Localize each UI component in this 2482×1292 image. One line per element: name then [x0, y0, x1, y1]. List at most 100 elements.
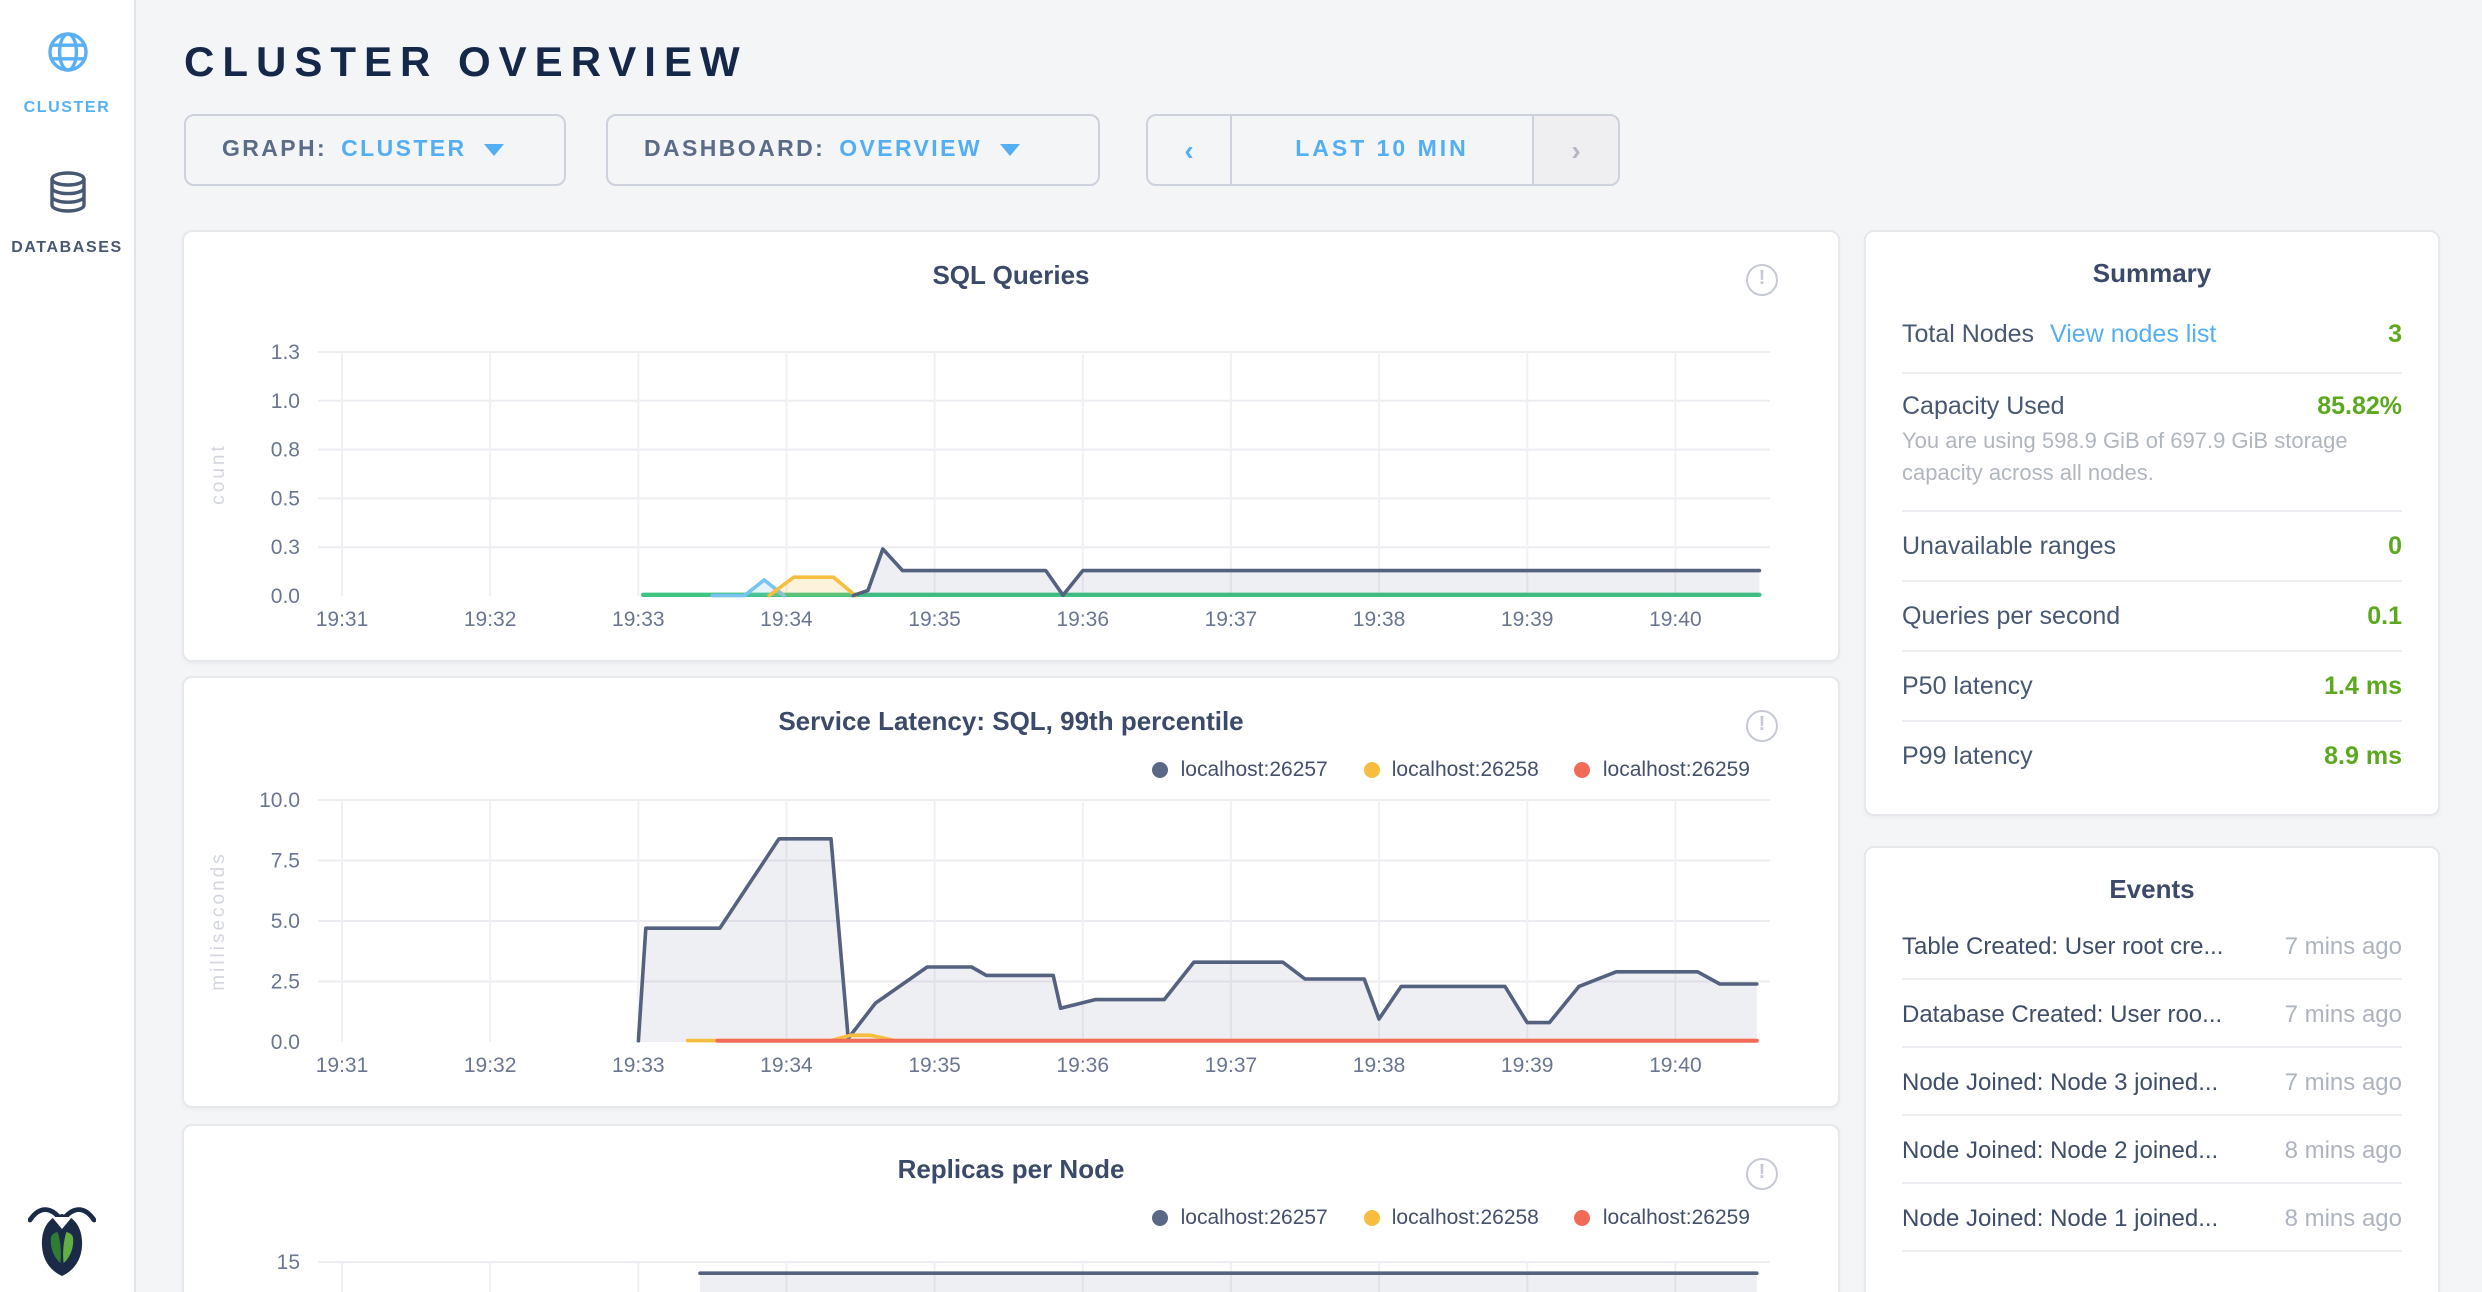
- chart-card-service-latency: Service Latency: SQL, 99th percentile ! …: [182, 676, 1840, 1108]
- p50-latency-label: P50 latency: [1902, 672, 2033, 700]
- summary-panel: Summary Total NodesView nodes list 3 Cap…: [1864, 230, 2440, 816]
- sql-queries-chart[interactable]: 0.0 0.3 0.5 0.8 1.0 1.3 19:31 19:32 19:33 19:34 19…: [184, 232, 1842, 664]
- p99-latency-value: 8.9 ms: [2324, 742, 2402, 770]
- unavailable-ranges-value: 0: [2388, 532, 2402, 560]
- graph-dropdown[interactable]: GRAPH: CLUSTER: [184, 114, 566, 186]
- summary-title: Summary: [1866, 232, 2438, 288]
- chevron-down-icon: [1000, 144, 1020, 156]
- svg-text:15: 15: [277, 1251, 300, 1274]
- sidebar-item-label: CLUSTER: [0, 98, 134, 116]
- time-range-selector: ‹ LAST 10 MIN ›: [1146, 114, 1620, 186]
- dashboard-dropdown[interactable]: DASHBOARD: OVERVIEW: [606, 114, 1100, 186]
- svg-text:1.3: 1.3: [271, 341, 300, 364]
- event-time: 7 mins ago: [2285, 931, 2402, 959]
- svg-text:19:39: 19:39: [1501, 608, 1554, 631]
- events-title: Events: [1866, 848, 2438, 904]
- event-text: Table Created: User root cre...: [1902, 931, 2223, 959]
- event-row[interactable]: Database Created: User roo... 7 mins ago: [1902, 980, 2402, 1048]
- cockroachdb-logo: [28, 1196, 96, 1276]
- graph-dropdown-label: GRAPH:: [222, 138, 327, 162]
- svg-text:19:40: 19:40: [1649, 1054, 1702, 1077]
- dashboard-dropdown-label: DASHBOARD:: [644, 138, 825, 162]
- svg-text:19:35: 19:35: [908, 1054, 961, 1077]
- svg-text:0.0: 0.0: [271, 1031, 300, 1054]
- capacity-used-description: You are using 598.9 GiB of 697.9 GiB sto…: [1902, 428, 2402, 492]
- dashboard-dropdown-value: OVERVIEW: [839, 138, 982, 162]
- event-row[interactable]: Node Joined: Node 1 joined... 8 mins ago: [1902, 1184, 2402, 1252]
- page-title: CLUSTER OVERVIEW: [184, 40, 748, 88]
- qps-label: Queries per second: [1902, 602, 2120, 630]
- sidebar-item-cluster[interactable]: CLUSTER: [0, 28, 134, 116]
- svg-text:count: count: [208, 443, 229, 504]
- replicas-per-node-chart[interactable]: 101519:3119:3219:3319:3419:3519:3619:371…: [184, 1126, 1842, 1292]
- svg-text:0.3: 0.3: [271, 536, 300, 559]
- svg-text:19:33: 19:33: [612, 608, 665, 631]
- sidebar-item-databases[interactable]: DATABASES: [0, 168, 134, 256]
- event-row[interactable]: Node Joined: Node 2 joined... 8 mins ago: [1902, 1116, 2402, 1184]
- svg-text:19:38: 19:38: [1353, 608, 1406, 631]
- svg-text:19:32: 19:32: [464, 1054, 517, 1077]
- event-row[interactable]: Node Joined: Node 3 joined... 7 mins ago: [1902, 1048, 2402, 1116]
- svg-text:0.0: 0.0: [271, 585, 300, 608]
- summary-row-p99: P99 latency 8.9 ms: [1902, 722, 2402, 790]
- svg-text:1.0: 1.0: [271, 390, 300, 413]
- time-prev-button[interactable]: ‹: [1148, 116, 1232, 184]
- event-text: Node Joined: Node 2 joined...: [1902, 1135, 2218, 1163]
- event-row[interactable]: Table Created: User root cre... 7 mins a…: [1902, 912, 2402, 980]
- svg-text:19:40: 19:40: [1649, 608, 1702, 631]
- svg-text:19:31: 19:31: [316, 1054, 369, 1077]
- svg-text:7.5: 7.5: [271, 850, 300, 873]
- event-time: 8 mins ago: [2285, 1203, 2402, 1231]
- globe-icon: [43, 50, 91, 84]
- svg-text:19:34: 19:34: [760, 608, 813, 631]
- time-range-label[interactable]: LAST 10 MIN: [1232, 116, 1532, 184]
- svg-text:19:34: 19:34: [760, 1054, 813, 1077]
- event-time: 8 mins ago: [2285, 1135, 2402, 1163]
- svg-text:19:35: 19:35: [908, 608, 961, 631]
- unavailable-ranges-label: Unavailable ranges: [1902, 532, 2116, 560]
- p50-latency-value: 1.4 ms: [2324, 672, 2402, 700]
- databases-icon: [43, 190, 91, 224]
- summary-row-qps: Queries per second 0.1: [1902, 582, 2402, 652]
- svg-text:10.0: 10.0: [259, 789, 300, 812]
- svg-text:19:36: 19:36: [1056, 1054, 1109, 1077]
- summary-row-capacity: Capacity Used 85.82% You are using 598.9…: [1902, 374, 2402, 512]
- events-panel: Events Table Created: User root cre... 7…: [1864, 846, 2440, 1292]
- summary-row-unavailable-ranges: Unavailable ranges 0: [1902, 512, 2402, 582]
- svg-text:19:37: 19:37: [1205, 608, 1258, 631]
- chart-card-replicas-per-node: Replicas per Node ! localhost:26257local…: [182, 1124, 1840, 1292]
- summary-row-p50: P50 latency 1.4 ms: [1902, 652, 2402, 722]
- event-text: Node Joined: Node 1 joined...: [1902, 1203, 2218, 1231]
- sidebar: CLUSTER DATABASES: [0, 0, 136, 1292]
- event-time: 7 mins ago: [2285, 999, 2402, 1027]
- svg-text:milliseconds: milliseconds: [208, 851, 229, 990]
- total-nodes-value: 3: [2388, 320, 2402, 348]
- event-text: Database Created: User roo...: [1902, 999, 2222, 1027]
- p99-latency-label: P99 latency: [1902, 742, 2033, 770]
- capacity-used-label: Capacity Used: [1902, 392, 2065, 420]
- qps-value: 0.1: [2367, 602, 2402, 630]
- event-time: 7 mins ago: [2285, 1067, 2402, 1095]
- svg-text:5.0: 5.0: [271, 910, 300, 933]
- svg-text:19:37: 19:37: [1205, 1054, 1258, 1077]
- chevron-down-icon: [485, 144, 505, 156]
- chart-card-sql-queries: SQL Queries ! 0.00.30.50.81.01.319:3119:…: [182, 230, 1840, 662]
- app-window: CLUSTER DATABASES: [0, 0, 2482, 1292]
- svg-text:19:31: 19:31: [316, 608, 369, 631]
- graph-dropdown-value: CLUSTER: [341, 138, 466, 162]
- svg-text:0.5: 0.5: [271, 487, 300, 510]
- view-nodes-list-link[interactable]: View nodes list: [2050, 320, 2216, 348]
- svg-text:0.8: 0.8: [271, 439, 300, 462]
- svg-text:19:33: 19:33: [612, 1054, 665, 1077]
- svg-text:2.5: 2.5: [271, 971, 300, 994]
- svg-text:19:36: 19:36: [1056, 608, 1109, 631]
- time-next-button[interactable]: ›: [1532, 116, 1618, 184]
- svg-text:19:32: 19:32: [464, 608, 517, 631]
- capacity-used-value: 85.82%: [2317, 392, 2402, 420]
- event-text: Node Joined: Node 3 joined...: [1902, 1067, 2218, 1095]
- summary-row-total-nodes: Total NodesView nodes list 3: [1902, 296, 2402, 374]
- svg-text:19:38: 19:38: [1353, 1054, 1406, 1077]
- svg-text:19:39: 19:39: [1501, 1054, 1554, 1077]
- sidebar-item-label: DATABASES: [0, 238, 134, 256]
- service-latency-chart[interactable]: 0.0 2.5 5.0 7.5 10.0 19:31 19:32 19:33 19:34 19:3…: [184, 678, 1842, 1110]
